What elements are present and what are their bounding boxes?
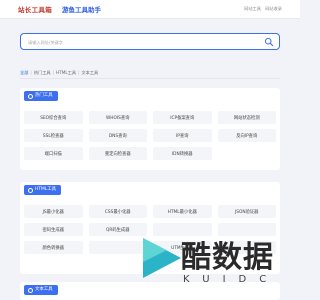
- section-title-text-label: 文本工具: [35, 287, 53, 292]
- breadcrumb-sep: |: [78, 70, 80, 75]
- code-icon: [28, 187, 33, 193]
- tool-ssl[interactable]: SSL检查器: [24, 129, 83, 142]
- tool-port-scan[interactable]: 端口扫描: [24, 147, 83, 160]
- tool-ip[interactable]: IP查询: [153, 129, 212, 142]
- header-link-site-tools[interactable]: 网站工具: [244, 6, 261, 11]
- section-title-html-label: HTML工具: [35, 187, 56, 192]
- tool-dns[interactable]: DNS查询: [88, 129, 147, 142]
- section-title-html: HTML工具: [24, 185, 61, 195]
- section-title-hot-label: 热门工具: [35, 93, 53, 98]
- breadcrumb: 全部 | 热门工具 | HTML工具 | 文本工具: [20, 70, 98, 76]
- breadcrumb-divider: [20, 78, 280, 79]
- section-title-hot: 热门工具: [24, 91, 58, 101]
- site-title[interactable]: 游鱼工具助手: [62, 4, 101, 14]
- tool-whois[interactable]: WHOIS查询: [88, 111, 147, 124]
- tool-seo-query[interactable]: SEO综合查询: [24, 111, 83, 124]
- breadcrumb-item-text[interactable]: 文本工具: [81, 70, 98, 75]
- top-header: 站长工具箱 游鱼工具助手 网站工具 网站收录: [0, 0, 300, 19]
- tool-html-minifier[interactable]: HTML最小化器: [153, 205, 212, 218]
- text-icon: [28, 287, 33, 293]
- tool-reverse-ip[interactable]: 反向IP查询: [217, 129, 276, 142]
- tool-password-gen[interactable]: 密码生成器: [24, 223, 83, 236]
- watermark: 酷数据 KUIDC: [137, 228, 297, 298]
- tool-redirect[interactable]: 重定向检查器: [88, 147, 147, 160]
- play-logo-icon: [143, 238, 181, 278]
- header-link-site-index[interactable]: 网站收录: [265, 6, 282, 11]
- breadcrumb-sep: |: [30, 70, 32, 75]
- breadcrumb-item-html[interactable]: HTML工具: [56, 70, 76, 75]
- search-input[interactable]: [28, 38, 243, 46]
- site-logo[interactable]: 站长工具箱: [18, 4, 52, 14]
- search-icon[interactable]: [264, 37, 274, 47]
- breadcrumb-item-all[interactable]: 全部: [20, 70, 28, 75]
- section-hot-tools: 热门工具 SEO综合查询 WHOIS查询 ICP备案查询 网站状态检测 SSL检…: [20, 88, 280, 170]
- tool-js-minifier[interactable]: JS最小化器: [24, 205, 83, 218]
- section-title-text: 文本工具: [24, 285, 58, 295]
- breadcrumb-sep: |: [52, 70, 54, 75]
- watermark-chinese: 酷数据: [181, 240, 274, 275]
- globe-icon: [28, 93, 33, 99]
- tool-icp[interactable]: ICP备案查询: [153, 111, 212, 124]
- header-links: 网站工具 网站收录: [241, 6, 282, 12]
- tool-css-minifier[interactable]: CSS最小化器: [88, 205, 147, 218]
- hot-tools-grid: SEO综合查询 WHOIS查询 ICP备案查询 网站状态检测 SSL检查器 DN…: [24, 111, 276, 160]
- tool-idn[interactable]: IDN转换器: [153, 147, 212, 160]
- tool-color-converter[interactable]: 颜色转换器: [24, 241, 83, 254]
- watermark-letters: KUIDC: [183, 274, 280, 285]
- search-box: [20, 33, 280, 50]
- tool-site-status[interactable]: 网站状态检测: [217, 111, 276, 124]
- breadcrumb-item-hot[interactable]: 热门工具: [34, 70, 51, 75]
- tool-json-validator[interactable]: JSON验证器: [217, 205, 276, 218]
